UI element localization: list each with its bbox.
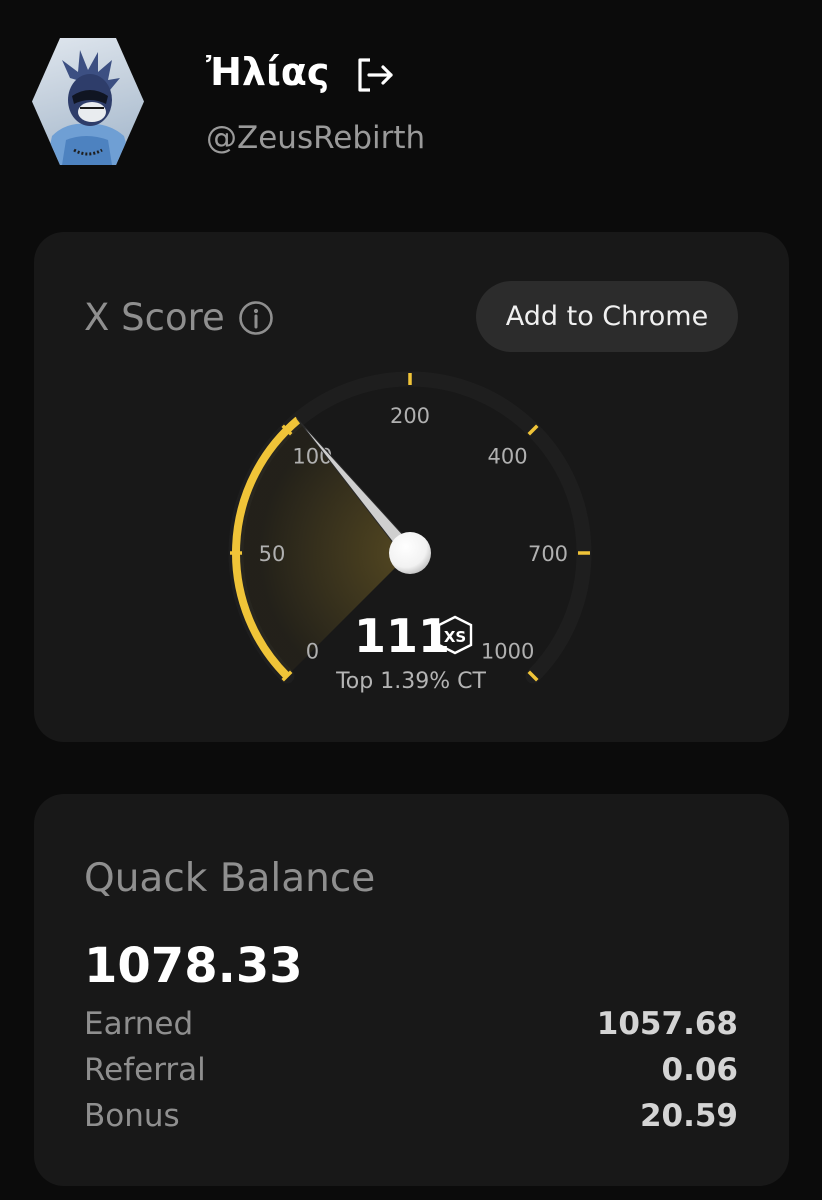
balance-row-label: Earned	[84, 1006, 194, 1042]
balance-row-earned: Earned 1057.68	[84, 1006, 738, 1052]
balance-row-bonus: Bonus 20.59	[84, 1098, 738, 1144]
balance-row-value: 1057.68	[596, 1006, 738, 1042]
x-score-card: X Score Add to Chrome 0 50 100 200 400 7…	[34, 232, 789, 742]
profile-header: Ἠλίας @ZeusRebirth	[0, 0, 822, 200]
logout-icon[interactable]	[354, 54, 396, 96]
balance-total: 1078.33	[84, 938, 303, 994]
balance-row-label: Referral	[84, 1052, 206, 1088]
score-rank-subtitle: Top 1.39% CT	[335, 669, 486, 694]
balance-row-value: 20.59	[639, 1098, 738, 1134]
score-gauge: 0501002004007001000 111 XS Top 1.39% CT	[228, 371, 592, 694]
avatar-image	[46, 50, 132, 165]
avatar[interactable]	[32, 38, 144, 165]
balance-title: Quack Balance	[84, 856, 376, 901]
gauge-scale-label: 700	[528, 542, 568, 566]
gauge-scale-label: 400	[488, 444, 528, 468]
gauge-needle-knob	[389, 532, 431, 574]
quack-balance-card: Quack Balance 1078.33 Earned 1057.68 Ref…	[34, 794, 789, 1186]
profile-display-name: Ἠλίας	[206, 50, 330, 94]
svg-text:XS: XS	[444, 628, 466, 646]
profile-handle: @ZeusRebirth	[206, 120, 426, 156]
score-value: 111	[354, 609, 450, 663]
xs-logo-icon: XS	[437, 615, 473, 655]
x-score-page: Ἠλίας @ZeusRebirth X Score Add to Chrome	[0, 0, 822, 1200]
gauge-scale-label: 1000	[481, 640, 534, 664]
gauge-scale-label: 200	[390, 404, 430, 428]
gauge-scale-label: 50	[259, 542, 286, 566]
balance-row-value: 0.06	[661, 1052, 739, 1088]
gauge-scale-label: 0	[306, 640, 319, 664]
balance-row-referral: Referral 0.06	[84, 1052, 738, 1098]
balance-row-label: Bonus	[84, 1098, 180, 1134]
